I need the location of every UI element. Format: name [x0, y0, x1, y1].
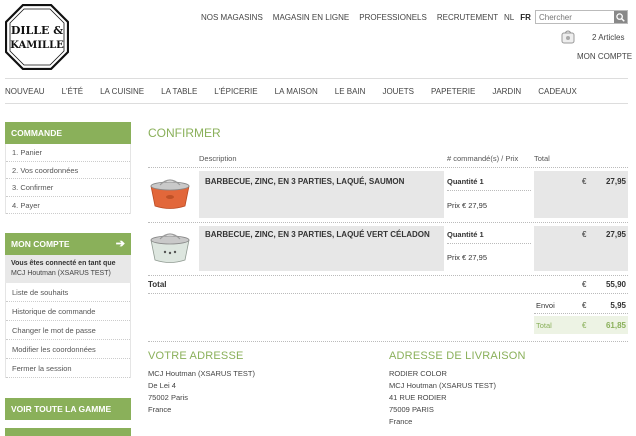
logged-in-info: Vous êtes connecté en tant que MCJ Houtm…: [5, 255, 131, 283]
logged-in-user: MCJ Houtman (XSARUS TEST): [11, 270, 111, 277]
divider: [148, 222, 628, 223]
divider: [148, 167, 628, 168]
shipping-address-title: ADRESSE DE LIVRAISON: [389, 350, 526, 362]
search-icon: [616, 12, 625, 22]
billing-address-line: De Lei 4: [148, 381, 176, 390]
cat-la-table[interactable]: LA TABLE: [161, 87, 197, 96]
billing-address-line: 75002 Paris: [148, 393, 189, 402]
product-price: Prix € 27,95: [447, 201, 488, 210]
step-payer: 4. Payer: [6, 197, 130, 214]
cat-le-bain[interactable]: LE BAIN: [335, 87, 366, 96]
next-panel: [5, 428, 131, 436]
account-edit-details[interactable]: Modifier les coordonnées: [6, 340, 130, 359]
language-switch: NL FR: [504, 13, 531, 22]
product-total: 27,95: [605, 230, 626, 239]
divider: [148, 293, 628, 294]
divider: [447, 243, 531, 244]
product-quantity: Quantité 1: [447, 177, 484, 186]
topnav-nos-magasins[interactable]: NOS MAGASINS: [201, 13, 263, 22]
search-box: [535, 10, 628, 24]
arrow-right-icon: ➔: [115, 238, 125, 250]
cat-cadeaux[interactable]: CADEAUX: [538, 87, 577, 96]
topnav-professionels[interactable]: PROFESSIONELS: [359, 13, 427, 22]
search-input[interactable]: [536, 11, 614, 23]
product-name[interactable]: BARBECUE, ZINC, EN 3 PARTIES, LAQUÉ, SAU…: [205, 177, 404, 186]
account-panel: MON COMPTE ➔ Vous êtes connecté en tant …: [5, 233, 131, 378]
logo-line2: KAMILLE: [10, 40, 64, 51]
shipping-address-line: MCJ Houtman (XSARUS TEST): [389, 381, 496, 390]
product-image[interactable]: [148, 231, 192, 265]
product-quantity: Quantité 1: [447, 230, 484, 239]
topnav-recrutement[interactable]: RECRUTEMENT: [437, 13, 498, 22]
logged-in-label: Vous êtes connecté en tant que: [11, 260, 116, 267]
account-change-password[interactable]: Changer le mot de passe: [6, 321, 130, 340]
voir-gamme-button[interactable]: VOIR TOUTE LA GAMME: [5, 398, 131, 420]
billing-address-title: VOTRE ADRESSE: [148, 350, 244, 362]
account-link[interactable]: MON COMPTE: [577, 52, 632, 61]
cat-la-cuisine[interactable]: LA CUISINE: [100, 87, 144, 96]
cat-nouveau[interactable]: NOUVEAU: [5, 87, 45, 96]
topnav-magasin-en-ligne[interactable]: MAGASIN EN LIGNE: [273, 13, 349, 22]
view-range-panel: VOIR TOUTE LA GAMME: [5, 398, 131, 420]
header-total: Total: [534, 154, 550, 163]
mon-compte-heading[interactable]: MON COMPTE ➔: [5, 233, 131, 255]
product-total: 27,95: [605, 177, 626, 186]
step-panier[interactable]: 1. Panier: [6, 144, 130, 162]
shipping-label: Envoi: [536, 301, 555, 310]
search-button[interactable]: [614, 11, 627, 23]
account-logout[interactable]: Fermer la session: [6, 359, 130, 378]
grand-total-label: Total: [536, 321, 552, 330]
cat-epicerie[interactable]: L'ÉPICERIE: [214, 87, 257, 96]
shipping-address-line: 75009 PARIS: [389, 405, 434, 414]
header-description: Description: [199, 154, 237, 163]
billing-address-line: MCJ Houtman (XSARUS TEST): [148, 369, 255, 378]
product-image[interactable]: [148, 177, 192, 211]
product-name[interactable]: BARBECUE, ZINC, EN 3 PARTIES, LAQUÉ VERT…: [205, 230, 430, 239]
product-price: Prix € 27,95: [447, 253, 488, 262]
mon-compte-label: MON COMPTE: [11, 239, 70, 249]
grand-total-value: 61,85: [605, 321, 626, 330]
billing-address-line: France: [148, 405, 172, 414]
subtotal-value: 55,90: [605, 280, 626, 289]
shipping-address-line: France: [389, 417, 413, 426]
account-wishlist[interactable]: Liste de souhaits: [6, 283, 130, 302]
step-confirmer[interactable]: 3. Confirmer: [6, 179, 130, 197]
cat-la-maison[interactable]: LA MAISON: [275, 87, 318, 96]
order-steps-panel: COMMANDE 1. Panier 2. Vos coordonnées 3.…: [5, 122, 131, 214]
cat-jardin[interactable]: JARDIN: [492, 87, 521, 96]
shipping-address-line: 41 RUE RODIER: [389, 393, 447, 402]
cat-ete[interactable]: L'ÉTÉ: [62, 87, 84, 96]
page-title: CONFIRMER: [148, 126, 221, 140]
shipping-address-line: RODIER COLOR: [389, 369, 447, 378]
account-order-history[interactable]: Historique de commande: [6, 302, 130, 321]
divider: [148, 275, 628, 276]
dille-kamille-logo[interactable]: DILLE & KAMILLE: [4, 3, 70, 71]
cat-papeterie[interactable]: PAPETERIE: [431, 87, 475, 96]
commande-heading: COMMANDE: [5, 122, 131, 144]
divider: [534, 313, 628, 314]
top-navigation: NOS MAGASINS MAGASIN EN LIGNE PROFESSION…: [201, 13, 508, 22]
subtotal-label: Total: [148, 280, 167, 289]
cart-count[interactable]: 2 Articles: [592, 33, 624, 42]
cat-jouets[interactable]: JOUETS: [382, 87, 414, 96]
cart-icon[interactable]: [561, 30, 575, 44]
logo-line1: DILLE &: [11, 24, 63, 37]
divider: [447, 190, 531, 191]
step-coordonnees[interactable]: 2. Vos coordonnées: [6, 162, 130, 179]
shipping-value: 5,95: [610, 301, 626, 310]
divider: [148, 341, 628, 342]
divider: [5, 103, 628, 104]
lang-fr[interactable]: FR: [520, 13, 531, 22]
divider: [5, 78, 628, 79]
category-navigation: NOUVEAU L'ÉTÉ LA CUISINE LA TABLE L'ÉPIC…: [5, 87, 577, 96]
next-panel-heading[interactable]: [5, 428, 131, 436]
header-qty-price: # commandé(s) / Prix: [447, 154, 519, 163]
lang-nl[interactable]: NL: [504, 13, 514, 22]
